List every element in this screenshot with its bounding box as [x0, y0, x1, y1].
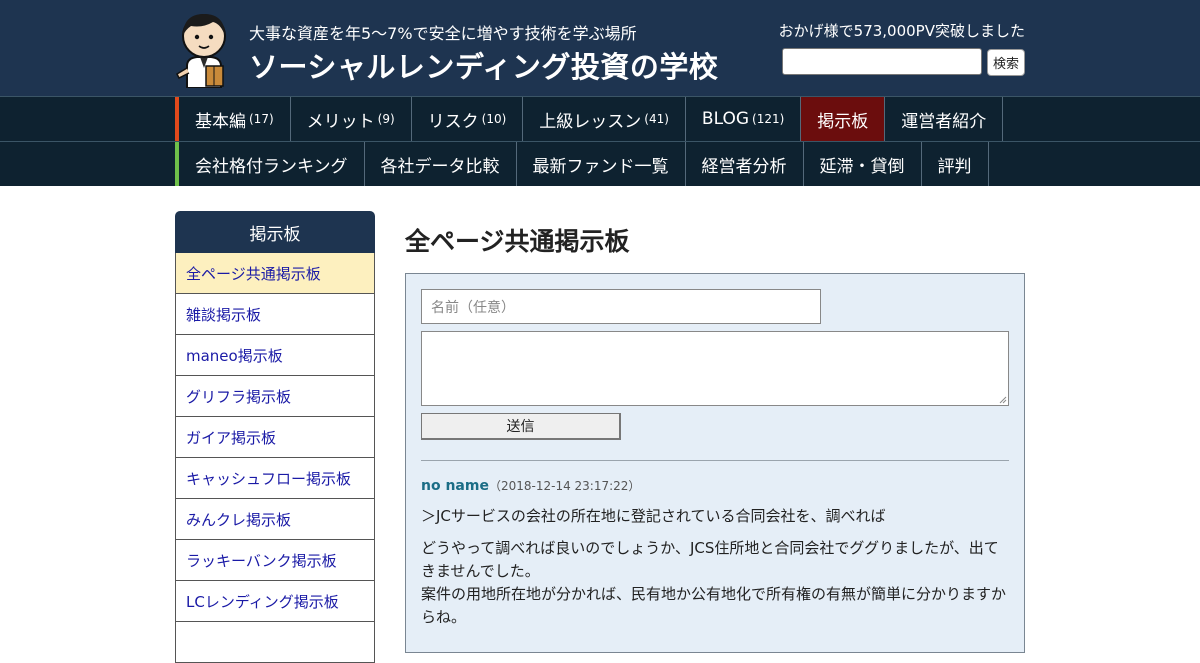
- search-input[interactable]: [782, 48, 982, 75]
- nav-label: 掲示板: [817, 111, 869, 132]
- sidebar-item-chat-board[interactable]: 雑談掲示板: [175, 294, 375, 335]
- post-body-paragraph: 案件の用地所在地が分かれば、民有地か公有地化で所有権の有無が簡単に分かりますから…: [421, 585, 1007, 626]
- sidebar-item-minkure-board[interactable]: みんクレ掲示板: [175, 499, 375, 540]
- nav-item-board[interactable]: 掲示板: [801, 97, 886, 141]
- nav-item-funds[interactable]: 最新ファンド一覧: [517, 142, 686, 186]
- sidebar: 掲示板 全ページ共通掲示板 雑談掲示板 maneo掲示板 グリフラ掲示板 ガイア…: [175, 211, 375, 663]
- site-header: 大事な資産を年5～7%で安全に増やす技術を学ぶ場所 ソーシャルレンディング投資の…: [0, 0, 1200, 96]
- site-title[interactable]: ソーシャルレンディング投資の学校: [249, 44, 718, 86]
- sidebar-item-grifla-board[interactable]: グリフラ掲示板: [175, 376, 375, 417]
- sidebar-item-maneo-board[interactable]: maneo掲示板: [175, 335, 375, 376]
- resize-grip-icon[interactable]: [999, 396, 1007, 404]
- nav-label: 上級レッスン: [539, 111, 642, 132]
- sidebar-item-lclending-board[interactable]: LCレンディング掲示板: [175, 581, 375, 622]
- post-date: （2018-12-14 23:17:22）: [488, 479, 641, 493]
- sub-nav: 会社格付ランキング 各社データ比較 最新ファンド一覧 経営者分析 延滞・貸倒 評…: [0, 141, 1200, 186]
- board-panel: 名前（任意） 送信 no name（2018-12-14 23:17:22） ＞…: [405, 273, 1025, 653]
- nav-count: (41): [644, 112, 669, 126]
- nav-count: (9): [377, 112, 395, 126]
- nav-label: 運営者紹介: [901, 111, 987, 132]
- nav-item-compare[interactable]: 各社データ比較: [365, 142, 517, 186]
- sidebar-item-gaia-board[interactable]: ガイア掲示板: [175, 417, 375, 458]
- nav-item-blog[interactable]: BLOG (121): [686, 97, 802, 141]
- nav-item-about[interactable]: 運営者紹介: [885, 97, 1004, 141]
- nav-item-ranking[interactable]: 会社格付ランキング: [179, 142, 365, 186]
- comment-textarea[interactable]: [421, 331, 1009, 406]
- main-nav: 基本編 (17) メリット (9) リスク (10) 上級レッスン (41) BLOG(…: [0, 96, 1200, 141]
- search-button[interactable]: 検索: [987, 49, 1025, 76]
- sidebar-title: 掲示板: [175, 211, 375, 253]
- nav-count: (121): [752, 112, 785, 126]
- post-author: no name: [421, 478, 489, 494]
- nav-label: 基本編: [195, 111, 246, 132]
- nav-count: (10): [481, 112, 507, 126]
- nav-label: リスク: [427, 111, 479, 132]
- nav-item-default[interactable]: 延滞・貸倒: [804, 142, 922, 186]
- page-title: 全ページ共通掲示板: [405, 227, 630, 256]
- mascot-avatar-icon[interactable]: [173, 8, 235, 89]
- nav-item-merits[interactable]: メリット (9): [291, 97, 412, 141]
- nav-item-reviews[interactable]: 評判: [922, 142, 989, 186]
- nav-item-advanced[interactable]: 上級レッスン (41): [523, 97, 686, 141]
- nav-label: メリット: [306, 111, 375, 132]
- pv-count-text: おかげ様で573,000PV突破しました: [778, 22, 1025, 40]
- post-body-paragraph: どうやって調べれば良いのでしょうか、JCS住所地と合同会社でググりましたが、出て…: [421, 539, 999, 580]
- nav-count: (17): [249, 112, 274, 126]
- sidebar-item-luckybank-board[interactable]: ラッキーバンク掲示板: [175, 540, 375, 581]
- nav-label: BLOG: [701, 109, 750, 129]
- name-input[interactable]: 名前（任意）: [421, 289, 821, 324]
- sidebar-item-cashflow-board[interactable]: キャッシュフロー掲示板: [175, 458, 375, 499]
- divider: [421, 460, 1009, 461]
- nav-item-basics[interactable]: 基本編 (17): [179, 97, 291, 141]
- sidebar-item-common-board[interactable]: 全ページ共通掲示板: [175, 253, 375, 294]
- post-body: どうやって調べれば良いのでしょうか、JCS住所地と合同会社でググりましたが、出て…: [421, 537, 1011, 629]
- nav-item-risks[interactable]: リスク (10): [412, 97, 524, 141]
- submit-button[interactable]: 送信: [421, 413, 621, 440]
- post-quote: ＞JCサービスの会社の所在地に登記されている合同会社を、調べれば: [421, 507, 886, 525]
- post-meta: no name（2018-12-14 23:17:22）: [421, 475, 640, 494]
- site-tagline: 大事な資産を年5～7%で安全に増やす技術を学ぶ場所: [249, 24, 637, 43]
- sidebar-item-more[interactable]: [175, 622, 375, 663]
- nav-item-executives[interactable]: 経営者分析: [686, 142, 804, 186]
